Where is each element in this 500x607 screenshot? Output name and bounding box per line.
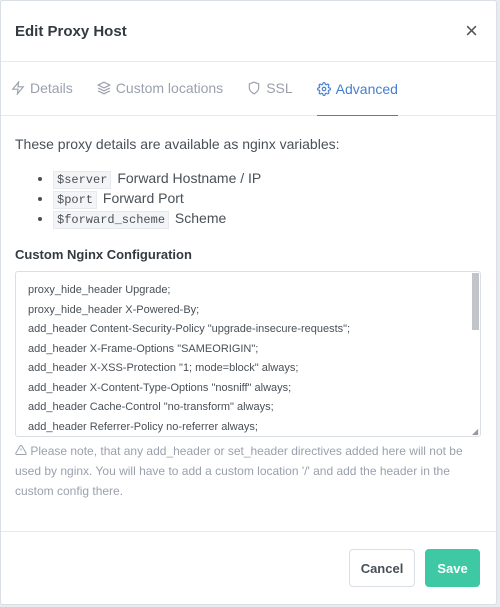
- variables-intro: These proxy details are available as ngi…: [15, 136, 340, 152]
- variable-item: $port Forward Port: [53, 190, 482, 209]
- edit-proxy-host-modal: Edit Proxy Host × Details Custom locatio…: [0, 0, 497, 605]
- shield-icon: [248, 81, 260, 95]
- config-scrollbar[interactable]: [472, 273, 479, 435]
- tab-bar: Details Custom locations SSL Advanced: [1, 62, 496, 116]
- warning-text: Please note, that any add_header or set_…: [15, 444, 463, 498]
- config-line: add_header Referrer-Policy no-referrer a…: [28, 420, 258, 433]
- gear-icon: [316, 81, 331, 96]
- config-line: add_header Content-Security-Policy "upgr…: [28, 323, 351, 335]
- layers-icon: [96, 81, 111, 95]
- modal-footer: Cancel Save: [1, 531, 496, 604]
- tab-ssl-label: SSL: [266, 80, 293, 96]
- warning-icon: [15, 444, 27, 455]
- config-line: proxy_hide_header Upgrade;: [28, 284, 171, 296]
- variable-desc: Forward Port: [102, 190, 184, 206]
- config-label: Custom Nginx Configuration: [15, 247, 192, 262]
- config-line: add_header X-XSS-Protection "1; mode=blo…: [28, 362, 299, 374]
- tab-custom-locations-label: Custom locations: [115, 80, 224, 96]
- variable-desc: Forward Hostname / IP: [117, 170, 262, 186]
- config-line: proxy_hide_header X-Powered-By;: [28, 303, 200, 316]
- modal-header: Edit Proxy Host ×: [1, 1, 496, 62]
- variable-code: $forward_scheme: [53, 211, 170, 229]
- variables-list: $server Forward Hostname / IP $port Forw…: [15, 170, 482, 229]
- variable-code: $port: [53, 191, 98, 209]
- tab-details-label: Details: [30, 80, 73, 96]
- close-icon[interactable]: ×: [461, 20, 482, 42]
- variable-code: $server: [53, 171, 112, 189]
- header-warning-note: Please note, that any add_header or set_…: [15, 441, 482, 501]
- zap-icon: [11, 81, 25, 95]
- resize-grip-icon[interactable]: ◢: [472, 428, 479, 436]
- modal-title: Edit Proxy Host: [15, 22, 127, 40]
- tab-details[interactable]: Details: [11, 62, 73, 115]
- save-button[interactable]: Save: [425, 549, 480, 587]
- tab-advanced[interactable]: Advanced: [316, 62, 398, 116]
- tab-ssl[interactable]: SSL: [247, 62, 293, 115]
- variable-item: $forward_scheme Scheme: [53, 210, 482, 229]
- tab-custom-locations[interactable]: Custom locations: [96, 62, 224, 115]
- variable-desc: Scheme: [174, 210, 227, 226]
- nginx-config-textarea[interactable]: proxy_hide_header Upgrade; proxy_hide_he…: [15, 271, 481, 437]
- variable-item: $server Forward Hostname / IP: [53, 170, 482, 189]
- config-line: add_header Cache-Control "no-transform" …: [28, 401, 274, 413]
- cancel-button[interactable]: Cancel: [349, 549, 415, 587]
- advanced-panel: These proxy details are available as ngi…: [1, 116, 496, 501]
- config-line: add_header X-Frame-Options "SAMEORIGIN";: [28, 342, 259, 355]
- config-line: add_header X-Content-Type-Options "nosni…: [28, 381, 292, 394]
- tab-advanced-label: Advanced: [335, 80, 398, 97]
- scrollbar-thumb[interactable]: [472, 273, 479, 330]
